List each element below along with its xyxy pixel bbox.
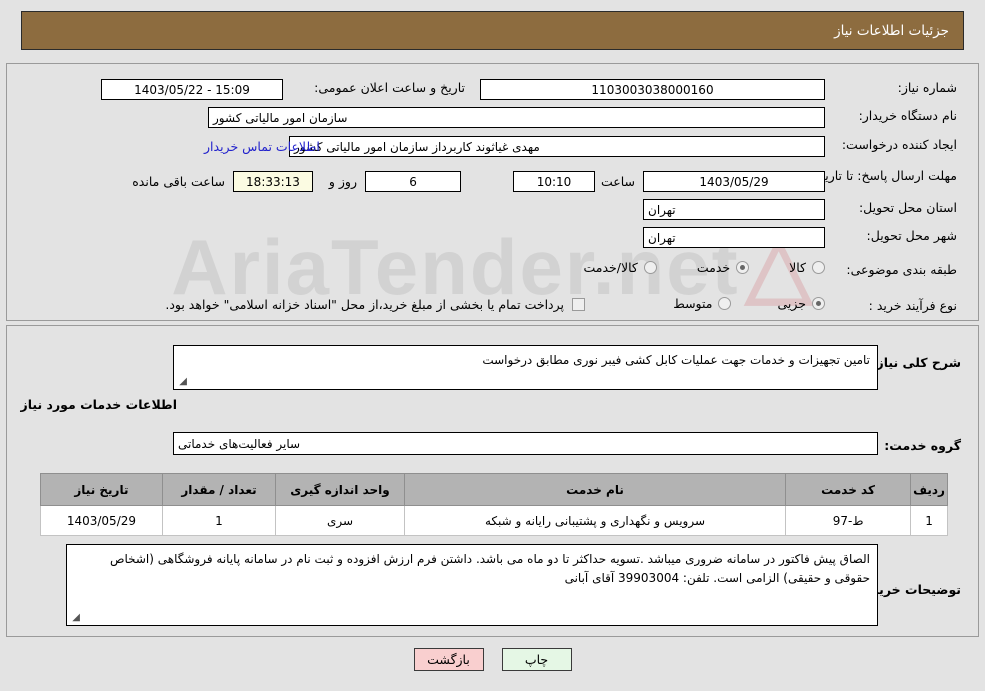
cell-unit: سری <box>275 505 405 536</box>
th-qty: تعداد / مقدار <box>161 473 277 506</box>
cell-code: ط-97 <box>785 505 912 536</box>
need-number-row: شماره نیاز: <box>898 80 957 95</box>
deadline-label-block: مهلت ارسال پاسخ: تا تاریخ: <box>813 163 957 186</box>
services-table: ردیف کد خدمت نام خدمت واحد اندازه گیری ت… <box>40 473 948 536</box>
radio-jozei[interactable] <box>812 297 825 310</box>
deadline-time-label: ساعت <box>600 174 635 189</box>
purchase-option-label-0: جزیی <box>777 296 806 311</box>
page-title: جزئیات اطلاعات نیاز <box>834 22 949 39</box>
category-label: طبقه بندی موضوعی: <box>846 262 957 277</box>
delivery-province-row: استان محل تحویل: <box>859 200 957 215</box>
service-group-label: گروه خدمت: <box>884 438 961 453</box>
announce-datetime-row: تاریخ و ساعت اعلان عمومی: <box>314 80 465 95</box>
print-button[interactable]: چاپ <box>501 648 572 671</box>
category-option-kala-khedmat[interactable]: کالا/خدمت <box>583 260 657 275</box>
buyer-org-field[interactable]: سازمان امور مالیاتی کشور <box>208 107 825 128</box>
buyer-contact-link[interactable]: اطلاعات تماس خریدار <box>204 139 320 154</box>
th-date: تاریخ نیاز <box>40 473 163 506</box>
need-summary-panel <box>6 63 979 321</box>
back-button[interactable]: بازگشت <box>413 648 484 671</box>
services-table-wrapper: ردیف کد خدمت نام خدمت واحد اندازه گیری ت… <box>40 473 948 536</box>
cell-date: 1403/05/29 <box>40 505 163 536</box>
purchase-option-motevaset[interactable]: متوسط <box>673 296 732 311</box>
general-desc-label: شرح کلی نیاز: <box>871 355 961 370</box>
services-section-heading: اطلاعات خدمات مورد نیاز <box>20 397 178 412</box>
purchase-process-label: نوع فرآیند خرید : <box>868 298 957 313</box>
purchase-process-radio-group: جزیی متوسط <box>673 296 825 311</box>
deadline-date-field[interactable]: 1403/05/29 <box>643 171 825 192</box>
deadline-days-label: روز و <box>328 174 357 189</box>
request-creator-label: ایجاد کننده درخواست: <box>841 137 957 152</box>
category-row: طبقه بندی موضوعی: <box>846 262 957 277</box>
announce-datetime-label: تاریخ و ساعت اعلان عمومی: <box>314 80 465 95</box>
buyer-org-row: نام دستگاه خریدار: <box>859 108 957 123</box>
action-buttons: چاپ بازگشت <box>0 648 985 671</box>
deadline-days-field[interactable]: 6 <box>365 171 461 192</box>
treasury-note-text: پرداخت تمام یا بخشی از مبلغ خرید،از محل … <box>165 297 564 312</box>
th-code: کد خدمت <box>785 473 912 506</box>
buyer-notes-value: الصاق پیش فاکتور در سامانه ضروری میباشد … <box>109 552 870 586</box>
table-header-row: ردیف کد خدمت نام خدمت واحد اندازه گیری ت… <box>40 473 948 506</box>
radio-khedmat[interactable] <box>736 261 750 274</box>
category-option-label-0: کالا <box>789 260 806 275</box>
delivery-province-field[interactable]: تهران <box>643 199 825 220</box>
announce-datetime-field[interactable]: 15:09 - 1403/05/22 <box>101 79 283 100</box>
countdown-label: ساعت باقی مانده <box>132 174 225 189</box>
th-name: نام خدمت <box>403 473 787 506</box>
category-option-label-1: خدمت <box>696 260 731 275</box>
deadline-time-field[interactable]: 10:10 <box>513 171 595 192</box>
th-unit: واحد اندازه گیری <box>275 473 405 506</box>
delivery-city-field[interactable]: تهران <box>643 227 825 248</box>
delivery-province-label: استان محل تحویل: <box>858 200 957 215</box>
page-root: △AriaTender.net جزئیات اطلاعات نیاز شمار… <box>0 0 985 691</box>
treasury-checkbox[interactable] <box>572 298 585 311</box>
category-option-khedmat[interactable]: خدمت <box>696 260 750 275</box>
buyer-org-label: نام دستگاه خریدار: <box>858 108 957 123</box>
resize-grip-icon[interactable]: ◢ <box>177 377 187 387</box>
category-option-label-2: کالا/خدمت <box>583 260 638 275</box>
purchase-option-label-1: متوسط <box>673 296 713 311</box>
need-number-field[interactable]: 1103003038000160 <box>480 79 825 100</box>
table-row: 1 ط-97 سرویس و نگهداری و پشتیبانی رایانه… <box>40 505 948 536</box>
radio-motevaset[interactable] <box>718 297 732 310</box>
cell-radif: 1 <box>910 505 948 536</box>
cell-name: سرویس و نگهداری و پشتیبانی رایانه و شبکه <box>403 505 787 536</box>
request-creator-row: ایجاد کننده درخواست: <box>842 137 957 152</box>
countdown-field: 18:33:13 <box>233 171 313 192</box>
category-option-kala[interactable]: کالا <box>789 260 825 275</box>
general-desc-value: تامین تجهیزات و خدمات جهت عملیات کابل کش… <box>482 353 870 367</box>
deadline-label: مهلت ارسال پاسخ: تا تاریخ: <box>812 168 957 183</box>
purchase-process-row: نوع فرآیند خرید : <box>869 298 957 313</box>
delivery-city-label: شهر محل تحویل: <box>866 228 957 243</box>
cell-qty: 1 <box>161 505 277 536</box>
purchase-option-jozei[interactable]: جزیی <box>777 296 825 311</box>
treasury-note-row: پرداخت تمام یا بخشی از مبلغ خرید،از محل … <box>165 297 585 312</box>
category-radio-group: کالا خدمت کالا/خدمت <box>583 260 825 275</box>
delivery-city-row: شهر محل تحویل: <box>867 228 957 243</box>
radio-kala-khedmat[interactable] <box>643 261 657 274</box>
buyer-notes-textarea[interactable]: الصاق پیش فاکتور در سامانه ضروری میباشد … <box>66 544 878 626</box>
th-radif: ردیف <box>910 473 948 506</box>
resize-grip-icon-2[interactable]: ◢ <box>70 613 80 623</box>
need-number-label: شماره نیاز: <box>897 80 957 95</box>
radio-kala[interactable] <box>812 261 825 274</box>
page-header: جزئیات اطلاعات نیاز <box>21 11 964 50</box>
general-desc-textarea[interactable]: تامین تجهیزات و خدمات جهت عملیات کابل کش… <box>173 345 878 390</box>
request-creator-field[interactable]: مهدی غیاثوند کاربرداز سازمان امور مالیات… <box>289 136 825 157</box>
service-group-field[interactable]: سایر فعالیت‌های خدماتی <box>173 432 878 455</box>
